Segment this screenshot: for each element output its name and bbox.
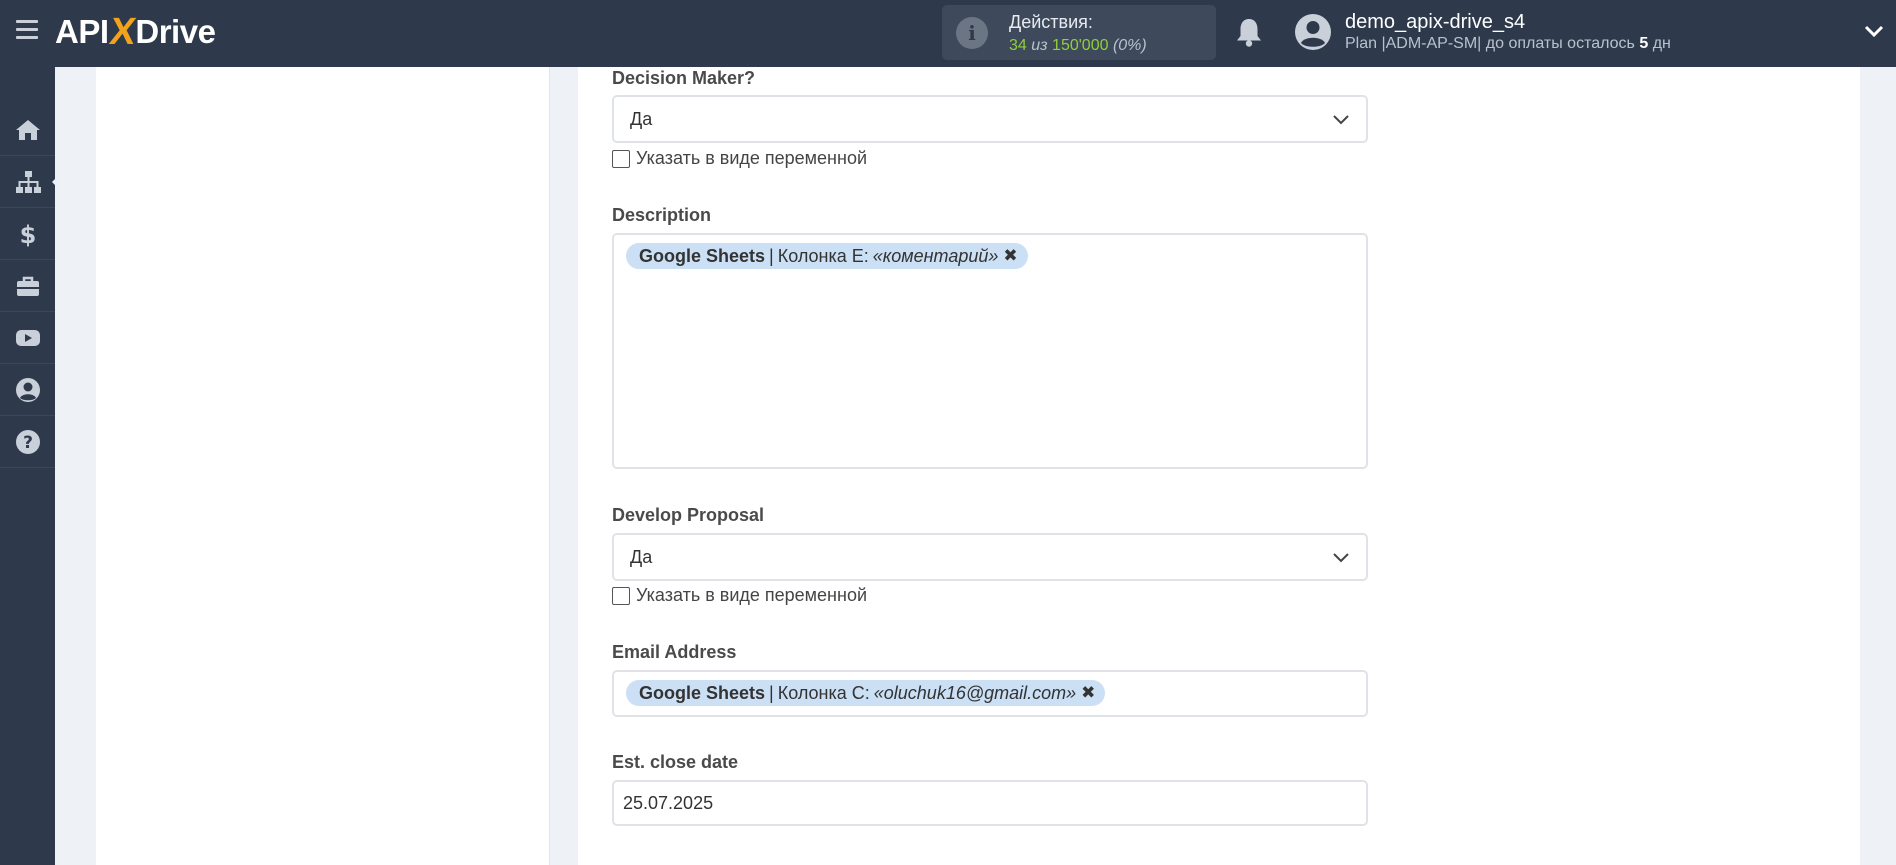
chip-source: Google Sheets bbox=[639, 245, 766, 266]
develop-proposal-select[interactable]: Да bbox=[612, 533, 1368, 581]
actions-title: Действия: bbox=[1009, 12, 1093, 32]
develop-proposal-variable-checkbox[interactable] bbox=[612, 586, 630, 605]
sidebar-item-account[interactable] bbox=[0, 364, 55, 416]
chip-separator: | bbox=[769, 682, 774, 703]
chip-separator: | bbox=[769, 245, 774, 266]
sidebar: $ ? bbox=[0, 67, 58, 865]
decision-maker-variable-label: Указать в виде переменной bbox=[636, 148, 868, 168]
plan-text: Plan |ADM-AP-SM| до оплаты осталось bbox=[1345, 35, 1635, 52]
actions-of: из bbox=[1031, 37, 1048, 54]
plan-info: Plan |ADM-AP-SM| до оплаты осталось 5 дн bbox=[1345, 35, 1671, 53]
email-chip: Google Sheets | Колонка C: «oluchuk16@gm… bbox=[626, 680, 1106, 706]
youtube-icon bbox=[15, 329, 40, 346]
sidebar-item-services[interactable] bbox=[0, 260, 55, 312]
chevron-down-icon[interactable] bbox=[1864, 24, 1884, 38]
description-field[interactable]: Google Sheets | Колонка E: «коментарий» … bbox=[612, 233, 1368, 469]
chip-remove-icon[interactable]: ✖ bbox=[1003, 246, 1017, 266]
actions-counter[interactable]: i Действия: 34 из 150'000 (0%) bbox=[942, 5, 1216, 60]
logo-api: API bbox=[55, 13, 109, 50]
info-icon: i bbox=[956, 17, 988, 49]
sidebar-item-connections[interactable] bbox=[0, 156, 55, 208]
briefcase-icon bbox=[16, 276, 39, 296]
chip-source: Google Sheets bbox=[639, 682, 766, 703]
plan-days-unit: дн bbox=[1652, 35, 1671, 52]
decision-maker-variable-row[interactable]: Указать в виде переменной bbox=[612, 148, 867, 169]
username[interactable]: demo_apix-drive_s4 bbox=[1345, 11, 1525, 34]
sidebar-item-help[interactable]: ? bbox=[0, 416, 55, 468]
decision-maker-select[interactable]: Да bbox=[612, 95, 1368, 143]
user-circle-icon bbox=[15, 377, 40, 402]
logo-x: X bbox=[106, 10, 138, 53]
description-chip: Google Sheets | Колонка E: «коментарий» … bbox=[626, 243, 1028, 269]
top-bar: API X Drive i Действия: 34 из 150'000 (0%)… bbox=[0, 0, 1896, 67]
left-panel bbox=[96, 67, 550, 865]
sidebar-item-home[interactable] bbox=[0, 104, 55, 156]
sidebar-item-video[interactable] bbox=[0, 312, 55, 364]
menu-icon[interactable] bbox=[16, 20, 38, 40]
dollar-icon: $ bbox=[19, 221, 36, 248]
close-date-label: Est. close date bbox=[612, 752, 739, 772]
actions-percent: (0%) bbox=[1112, 37, 1147, 54]
actions-used: 34 bbox=[1009, 37, 1027, 54]
decision-maker-variable-checkbox[interactable] bbox=[612, 149, 630, 168]
develop-proposal-label: Develop Proposal bbox=[612, 505, 765, 525]
svg-text:?: ? bbox=[23, 433, 33, 453]
caret-left-icon bbox=[52, 176, 58, 188]
logo-drive: Drive bbox=[135, 13, 216, 50]
description-label: Description bbox=[612, 205, 712, 225]
close-date-field[interactable] bbox=[612, 780, 1368, 826]
close-date-input[interactable] bbox=[614, 782, 1366, 824]
chevron-down-icon bbox=[1333, 553, 1349, 563]
home-icon bbox=[15, 119, 40, 140]
decision-maker-label: Decision Maker? bbox=[612, 68, 756, 88]
email-label: Email Address bbox=[612, 642, 737, 662]
chip-remove-icon[interactable]: ✖ bbox=[1081, 683, 1095, 703]
chip-value: «коментарий» bbox=[872, 245, 999, 266]
chip-value: «oluchuk16@gmail.com» bbox=[873, 682, 1077, 703]
sitemap-icon bbox=[15, 170, 41, 193]
chip-column: Колонка C: bbox=[777, 682, 870, 703]
chip-column: Колонка E: bbox=[777, 245, 869, 266]
develop-proposal-variable-label: Указать в виде переменной bbox=[636, 585, 868, 605]
decision-maker-value: Да bbox=[630, 109, 653, 129]
svg-text:$: $ bbox=[19, 221, 36, 248]
actions-limit: 150'000 bbox=[1052, 37, 1109, 54]
chevron-down-icon bbox=[1333, 115, 1349, 125]
help-icon: ? bbox=[15, 429, 40, 454]
actions-count: 34 из 150'000 (0%) bbox=[1009, 37, 1147, 55]
user-avatar-icon[interactable] bbox=[1294, 13, 1332, 51]
plan-days: 5 bbox=[1639, 35, 1649, 52]
bell-icon[interactable] bbox=[1234, 16, 1264, 48]
email-field[interactable]: Google Sheets | Колонка C: «oluchuk16@gm… bbox=[612, 670, 1368, 717]
develop-proposal-value: Да bbox=[630, 547, 653, 567]
develop-proposal-variable-row[interactable]: Указать в виде переменной bbox=[612, 585, 867, 606]
apix-drive-logo[interactable]: API X Drive bbox=[55, 10, 216, 54]
sidebar-item-billing[interactable]: $ bbox=[0, 208, 55, 260]
